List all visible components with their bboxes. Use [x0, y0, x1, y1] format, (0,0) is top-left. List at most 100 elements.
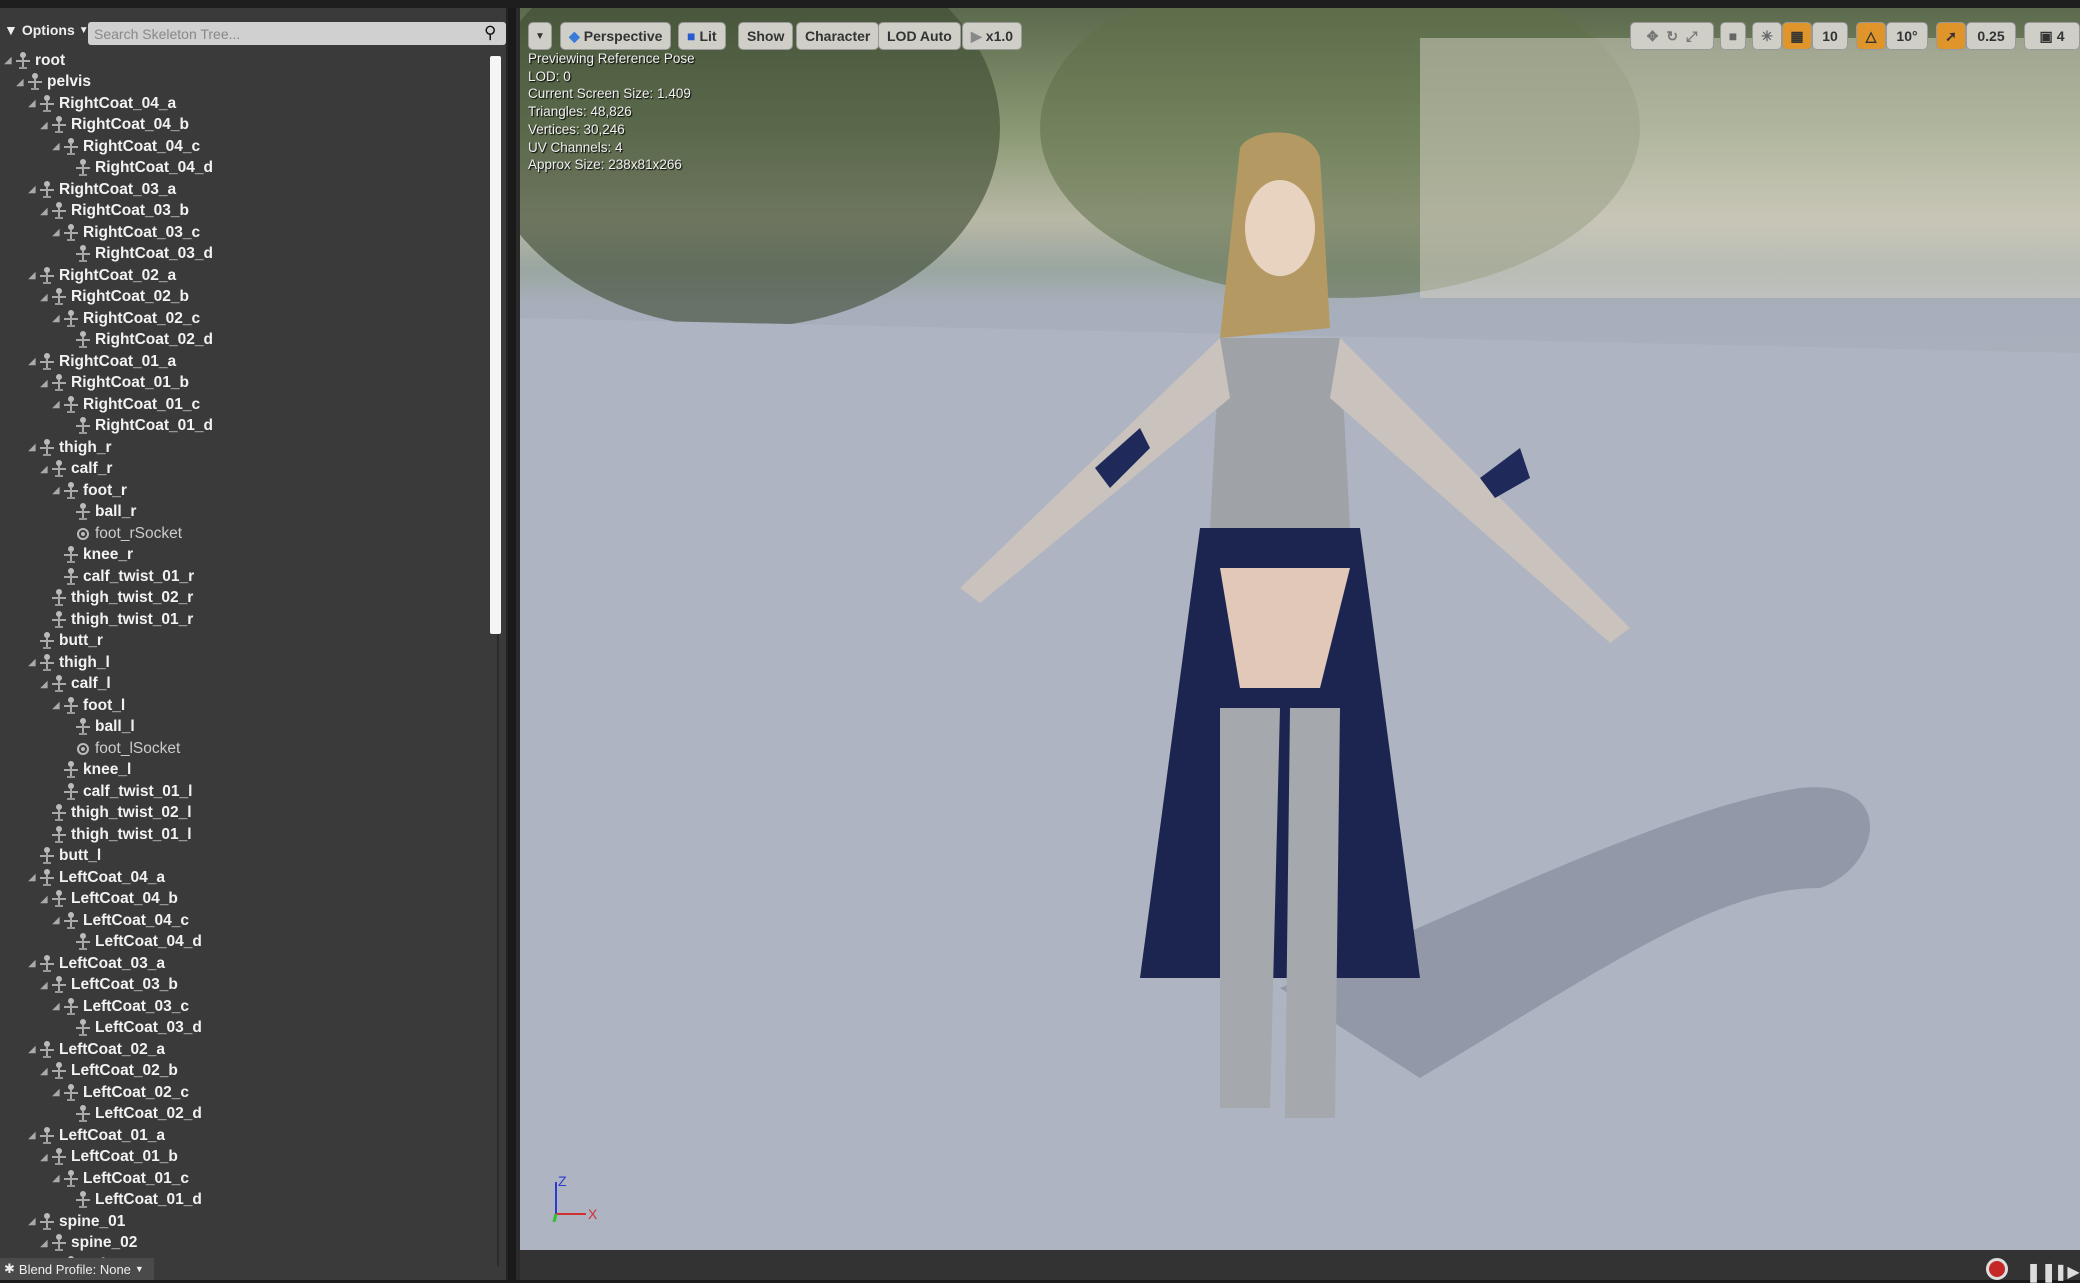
expand-arrow-icon[interactable]: ◢: [2, 55, 14, 66]
tree-item-bone[interactable]: ◢ RightCoat_04_b: [38, 115, 189, 136]
tree-item-bone[interactable]: ◢ LeftCoat_01_b: [38, 1147, 178, 1168]
options-button[interactable]: ▼ Options ▼: [4, 22, 89, 38]
tree-item-bone[interactable]: ◢ RightCoat_01_a: [26, 351, 176, 372]
tree-item-bone[interactable]: ◢ LeftCoat_04_b: [38, 889, 178, 910]
tree-item-bone[interactable]: LeftCoat_02_d: [62, 1104, 202, 1125]
expand-arrow-icon[interactable]: ◢: [26, 872, 38, 883]
expand-arrow-icon[interactable]: ◢: [38, 679, 50, 690]
grid-snap-value[interactable]: 10: [1812, 22, 1848, 50]
tree-item-bone[interactable]: ◢ LeftCoat_03_b: [38, 975, 178, 996]
lod-button[interactable]: LOD Auto: [878, 22, 961, 50]
blend-profile-button[interactable]: ✱ Blend Profile: None ▼: [0, 1258, 154, 1280]
tree-item-bone[interactable]: ◢ RightCoat_02_a: [26, 265, 176, 286]
tree-item-socket[interactable]: foot_rSocket: [62, 523, 182, 544]
expand-arrow-icon[interactable]: ◢: [50, 399, 62, 410]
tree-item-bone[interactable]: ◢ foot_r: [50, 480, 127, 501]
scale-snap-toggle[interactable]: ➚: [1936, 22, 1966, 50]
tree-item-bone[interactable]: ◢ LeftCoat_02_c: [50, 1082, 189, 1103]
expand-arrow-icon[interactable]: ◢: [26, 98, 38, 109]
tree-item-bone[interactable]: thigh_twist_02_l: [38, 803, 192, 824]
tree-item-bone[interactable]: thigh_twist_02_r: [38, 588, 193, 609]
tree-item-bone[interactable]: LeftCoat_01_d: [62, 1190, 202, 1211]
tree-item-bone[interactable]: butt_l: [26, 846, 101, 867]
expand-arrow-icon[interactable]: ◢: [38, 378, 50, 389]
expand-arrow-icon[interactable]: ◢: [26, 270, 38, 281]
tree-item-bone[interactable]: ◢ LeftCoat_03_a: [26, 953, 165, 974]
lit-button[interactable]: ■ Lit: [678, 22, 726, 50]
tree-item-bone[interactable]: ◢ LeftCoat_04_a: [26, 867, 165, 888]
tree-item-bone[interactable]: thigh_twist_01_r: [38, 609, 193, 630]
tree-item-bone[interactable]: ◢ RightCoat_03_c: [50, 222, 200, 243]
expand-arrow-icon[interactable]: ◢: [50, 1087, 62, 1098]
expand-arrow-icon[interactable]: ◢: [38, 980, 50, 991]
tree-item-bone[interactable]: ◢ RightCoat_02_b: [38, 287, 189, 308]
record-button[interactable]: [1986, 1258, 2008, 1280]
tree-item-bone[interactable]: ◢ RightCoat_04_a: [26, 93, 176, 114]
tree-item-bone[interactable]: RightCoat_02_d: [62, 330, 213, 351]
expand-arrow-icon[interactable]: ◢: [50, 915, 62, 926]
tree-item-bone[interactable]: RightCoat_04_d: [62, 158, 213, 179]
expand-arrow-icon[interactable]: ◢: [50, 141, 62, 152]
expand-arrow-icon[interactable]: ◢: [38, 292, 50, 303]
expand-arrow-icon[interactable]: ◢: [26, 1044, 38, 1055]
tree-item-bone[interactable]: ◢ foot_l: [50, 695, 125, 716]
grid-snap-toggle[interactable]: ▦: [1782, 22, 1812, 50]
tree-item-bone[interactable]: RightCoat_01_d: [62, 416, 213, 437]
tree-item-bone[interactable]: ball_l: [62, 717, 135, 738]
tree-item-bone[interactable]: ◢ RightCoat_01_c: [50, 394, 200, 415]
tree-item-bone[interactable]: ◢ LeftCoat_01_a: [26, 1125, 165, 1146]
tree-item-socket[interactable]: foot_lSocket: [62, 738, 180, 759]
expand-arrow-icon[interactable]: ◢: [50, 485, 62, 496]
tree-item-bone[interactable]: ◢ thigh_r: [26, 437, 112, 458]
tree-item-bone[interactable]: ◢ RightCoat_03_b: [38, 201, 189, 222]
expand-arrow-icon[interactable]: ◢: [50, 1173, 62, 1184]
perspective-button[interactable]: ◆ Perspective: [560, 22, 672, 50]
tree-item-bone[interactable]: ◢ LeftCoat_02_a: [26, 1039, 165, 1060]
expand-arrow-icon[interactable]: ◢: [50, 313, 62, 324]
tree-item-bone[interactable]: ◢ LeftCoat_02_b: [38, 1061, 178, 1082]
search-input[interactable]: [88, 22, 506, 45]
show-button[interactable]: Show: [738, 22, 794, 50]
tree-item-bone[interactable]: ◢ root: [2, 50, 65, 71]
expand-arrow-icon[interactable]: ◢: [14, 77, 26, 88]
expand-arrow-icon[interactable]: ◢: [26, 184, 38, 195]
expand-arrow-icon[interactable]: ◢: [26, 657, 38, 668]
scrollbar-thumb[interactable]: [490, 56, 501, 634]
tree-item-bone[interactable]: knee_l: [50, 760, 131, 781]
character-button[interactable]: Character: [796, 22, 880, 50]
expand-arrow-icon[interactable]: ◢: [38, 1238, 50, 1249]
rotation-snap-toggle[interactable]: △: [1856, 22, 1886, 50]
translate-icon[interactable]: ✥: [1647, 28, 1659, 45]
tree-item-bone[interactable]: ◢ thigh_l: [26, 652, 110, 673]
search-icon[interactable]: ⚲: [484, 23, 496, 43]
tree-item-bone[interactable]: RightCoat_03_d: [62, 244, 213, 265]
expand-arrow-icon[interactable]: ◢: [38, 464, 50, 475]
tree-item-bone[interactable]: ball_r: [62, 502, 136, 523]
scale-snap-value[interactable]: 0.25: [1966, 22, 2016, 50]
tree-item-bone[interactable]: ◢ calf_r: [38, 459, 112, 480]
expand-arrow-icon[interactable]: ◢: [26, 442, 38, 453]
tree-item-bone[interactable]: ◢ RightCoat_02_c: [50, 308, 200, 329]
tree-item-bone[interactable]: ◢ RightCoat_03_a: [26, 179, 176, 200]
tree-item-bone[interactable]: calf_twist_01_r: [50, 566, 194, 587]
expand-arrow-icon[interactable]: ◢: [38, 1152, 50, 1163]
expand-arrow-icon[interactable]: ◢: [50, 1001, 62, 1012]
tree-item-bone[interactable]: ◢ spine_01: [26, 1211, 125, 1232]
tree-item-bone[interactable]: thigh_twist_01_l: [38, 824, 192, 845]
viewport-options-button[interactable]: ▼: [528, 22, 552, 50]
expand-arrow-icon[interactable]: ◢: [26, 1130, 38, 1141]
tree-item-bone[interactable]: ◢ spine_02: [38, 1233, 137, 1254]
coordinate-system-button[interactable]: ■: [1720, 22, 1746, 50]
expand-arrow-icon[interactable]: ◢: [38, 206, 50, 217]
playback-speed-button[interactable]: ▶ x1.0: [962, 22, 1023, 50]
viewport[interactable]: ▼ ◆ Perspective ■ Lit Show Character LOD A…: [520, 8, 2080, 1250]
tree-item-bone[interactable]: calf_twist_01_l: [50, 781, 192, 802]
tree-item-bone[interactable]: knee_r: [50, 545, 133, 566]
rotation-snap-value[interactable]: 10°: [1886, 22, 1928, 50]
tree-item-bone[interactable]: ◢ RightCoat_04_c: [50, 136, 200, 157]
expand-arrow-icon[interactable]: ◢: [26, 356, 38, 367]
expand-arrow-icon[interactable]: ◢: [38, 894, 50, 905]
camera-speed-button[interactable]: ▣ 4: [2024, 22, 2080, 50]
expand-arrow-icon[interactable]: ◢: [50, 700, 62, 711]
tree-item-bone[interactable]: butt_r: [26, 631, 103, 652]
